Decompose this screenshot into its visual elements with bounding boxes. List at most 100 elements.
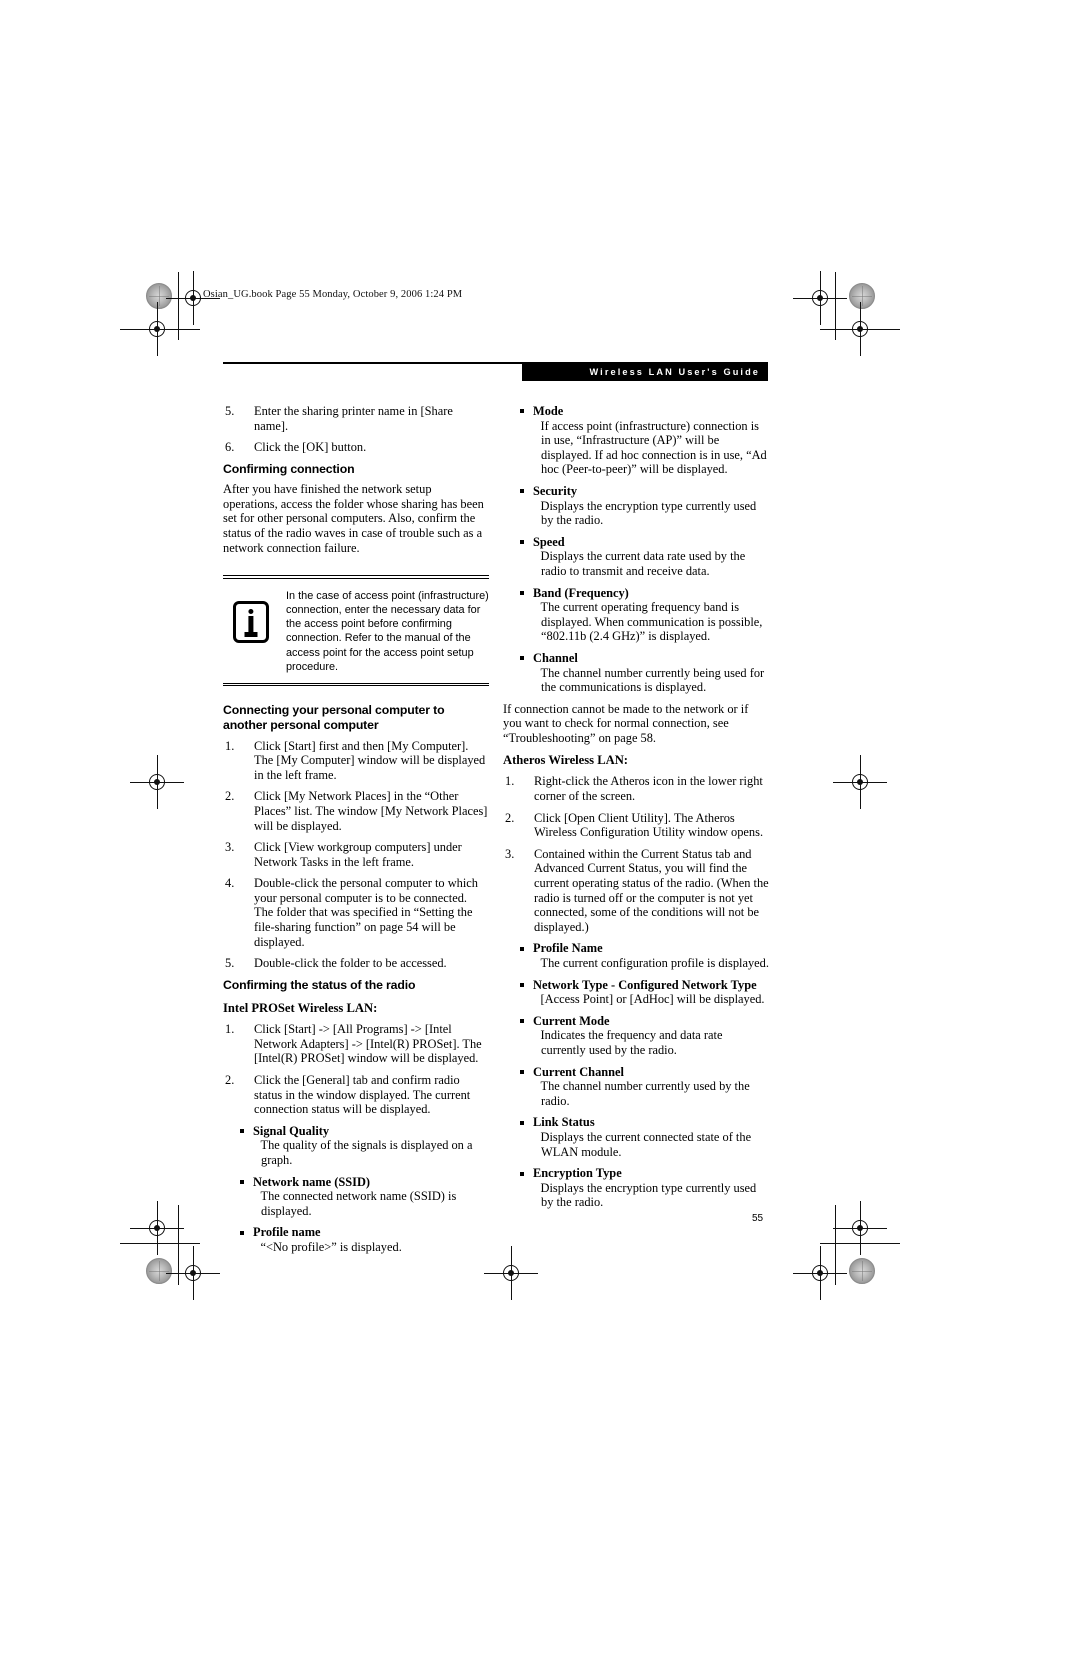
- list-item: Current Mode Indicates the frequency and…: [520, 1014, 769, 1058]
- list-item: 5. Enter the sharing printer name in [Sh…: [223, 404, 489, 433]
- step-number: 1.: [225, 1022, 235, 1037]
- step-text: Double-click the folder to be accessed.: [254, 956, 447, 971]
- registration-target-right-lower: [833, 1201, 887, 1255]
- list-item: Signal Quality The quality of the signal…: [240, 1124, 489, 1168]
- registration-circle-bottom-right: [849, 1258, 875, 1284]
- list-item: 1. Right-click the Atheros icon in the l…: [503, 774, 769, 803]
- item-term: Link Status: [533, 1115, 595, 1130]
- list-item: Security Displays the encryption type cu…: [520, 484, 769, 528]
- item-term: Channel: [533, 650, 578, 665]
- step-text: Click the [General] tab and confirm radi…: [254, 1073, 471, 1117]
- item-description: The channel number currently used by the…: [540, 1079, 750, 1108]
- list-item: Link Status Displays the current connect…: [520, 1115, 769, 1159]
- step-number: 4.: [225, 876, 235, 891]
- heading-radio-status: Confirming the status of the radio: [223, 977, 416, 992]
- intel-status-items: Signal Quality The quality of the signal…: [223, 1124, 489, 1255]
- registration-target-top-right: [793, 271, 847, 325]
- step-number: 5.: [225, 956, 235, 971]
- list-item: 3. Click [View workgroup computers] unde…: [223, 840, 489, 869]
- heading-confirming-connection: Confirming connection: [223, 461, 355, 476]
- item-term: Encryption Type: [533, 1166, 622, 1181]
- note-text: In the case of access point (infrastruct…: [286, 590, 489, 673]
- registration-circle-top-left: [146, 283, 172, 309]
- item-term: Security: [533, 483, 578, 498]
- intel-status-items-continued: Mode If access point (infrastructure) co…: [503, 404, 769, 695]
- registration-target-bottom-left: [166, 1246, 220, 1300]
- item-description: The connected network name (SSID) is dis…: [260, 1189, 457, 1218]
- heading-connecting-computers: Connecting your personal computer to ano…: [223, 702, 445, 733]
- step-number: 2.: [225, 1073, 235, 1088]
- note-rule-bottom: [223, 682, 489, 687]
- list-item: Channel The channel number currently bei…: [520, 651, 769, 695]
- list-item: Profile name “<No profile>” is displayed…: [240, 1225, 489, 1254]
- item-description: The current operating frequency band is …: [540, 600, 763, 644]
- crop-mark-left-vertical-bottom: [178, 1205, 179, 1285]
- list-item: Profile Name The current configuration p…: [520, 941, 769, 970]
- item-description: The current configuration profile is dis…: [540, 956, 769, 970]
- information-icon: [233, 601, 269, 644]
- item-term: Current Mode: [533, 1013, 610, 1028]
- step-number: 1.: [225, 738, 235, 753]
- step-text: Click [Start] first and then [My Compute…: [254, 738, 486, 782]
- registration-target-left-lower: [130, 1201, 184, 1255]
- paragraph-troubleshooting: If connection cannot be made to the netw…: [503, 701, 749, 745]
- list-item: 6. Click the [OK] button.: [223, 440, 489, 455]
- item-description: Displays the encryption type currently u…: [540, 1180, 757, 1210]
- slug-line: Osian_UG.book Page 55 Monday, October 9,…: [203, 289, 463, 300]
- item-term: Mode: [533, 404, 564, 418]
- header-banner: Wireless LAN User's Guide: [522, 362, 768, 381]
- step-number: 2.: [505, 810, 515, 825]
- crop-mark-top-horizontal-left: [120, 329, 200, 330]
- list-item: 2. Click [My Network Places] in the “Oth…: [223, 789, 489, 833]
- note-rule-top: [223, 575, 489, 579]
- item-term: Network name (SSID): [253, 1174, 371, 1189]
- step-number: 3.: [505, 846, 515, 861]
- steps-atheros-list: 1. Right-click the Atheros icon in the l…: [503, 774, 769, 934]
- list-item: 2. Click [Open Client Utility]. The Athe…: [503, 811, 769, 840]
- step-text: Enter the sharing printer name in [Share…: [254, 404, 453, 433]
- note-box: In the case of access point (infrastruct…: [223, 567, 489, 693]
- step-number: 2.: [225, 789, 235, 804]
- item-description: Indicates the frequency and data rate cu…: [540, 1028, 723, 1057]
- list-item: 4. Double-click the personal computer to…: [223, 876, 489, 949]
- step-number: 5.: [225, 404, 235, 418]
- registration-target-left-middle: [130, 755, 184, 809]
- step-text: Click [Open Client Utility]. The Atheros…: [534, 810, 764, 840]
- item-term: Network Type - Configured Network Type: [533, 977, 757, 992]
- right-column: Mode If access point (infrastructure) co…: [503, 404, 769, 1217]
- crop-mark-bottom-horizontal-right: [820, 1243, 900, 1244]
- item-term: Signal Quality: [253, 1123, 330, 1138]
- list-item: 5. Double-click the folder to be accesse…: [223, 956, 489, 971]
- list-item: 1. Click [Start] -> [All Programs] -> [I…: [223, 1022, 489, 1066]
- step-text: Click [View workgroup computers] under N…: [254, 840, 462, 869]
- registration-target-bottom-right: [793, 1246, 847, 1300]
- crop-mark-right-vertical-bottom: [835, 1205, 836, 1285]
- item-description: [Access Point] or [AdHoc] will be displa…: [540, 992, 765, 1007]
- list-item: Band (Frequency) The current operating f…: [520, 586, 769, 644]
- paragraph-confirming-connection: After you have finished the network setu…: [223, 482, 484, 555]
- step-text: Click [My Network Places] in the “Other …: [254, 789, 488, 833]
- step-number: 3.: [225, 840, 235, 855]
- left-column: 5. Enter the sharing printer name in [Sh…: [223, 404, 489, 1262]
- subheading-atheros: Atheros Wireless LAN:: [503, 753, 629, 768]
- item-description: The channel number currently being used …: [540, 665, 765, 695]
- item-description: Displays the current connected state of …: [540, 1129, 752, 1159]
- list-item: 2. Click the [General] tab and confirm r…: [223, 1073, 489, 1117]
- step-text: Right-click the Atheros icon in the lowe…: [534, 774, 763, 804]
- item-term: Speed: [533, 534, 565, 549]
- steps-connecting-list: 1. Click [Start] first and then [My Comp…: [223, 739, 489, 971]
- list-item: Mode If access point (infrastructure) co…: [520, 404, 769, 477]
- list-item: 1. Click [Start] first and then [My Comp…: [223, 739, 489, 783]
- list-item: Network name (SSID) The connected networ…: [240, 1175, 489, 1219]
- step-number: 6.: [225, 440, 235, 455]
- list-item: Network Type - Configured Network Type […: [520, 978, 769, 1007]
- registration-target-right-middle: [833, 755, 887, 809]
- registration-circle-bottom-left: [146, 1258, 172, 1284]
- list-item: Encryption Type Displays the encryption …: [520, 1166, 769, 1210]
- item-description: “<No profile>” is displayed.: [260, 1239, 402, 1254]
- registration-circle-top-right: [849, 283, 875, 309]
- item-term: Profile Name: [533, 941, 603, 956]
- steps-intel-list: 1. Click [Start] -> [All Programs] -> [I…: [223, 1022, 489, 1117]
- list-item: Current Channel The channel number curre…: [520, 1065, 769, 1109]
- step-number: 1.: [505, 774, 515, 789]
